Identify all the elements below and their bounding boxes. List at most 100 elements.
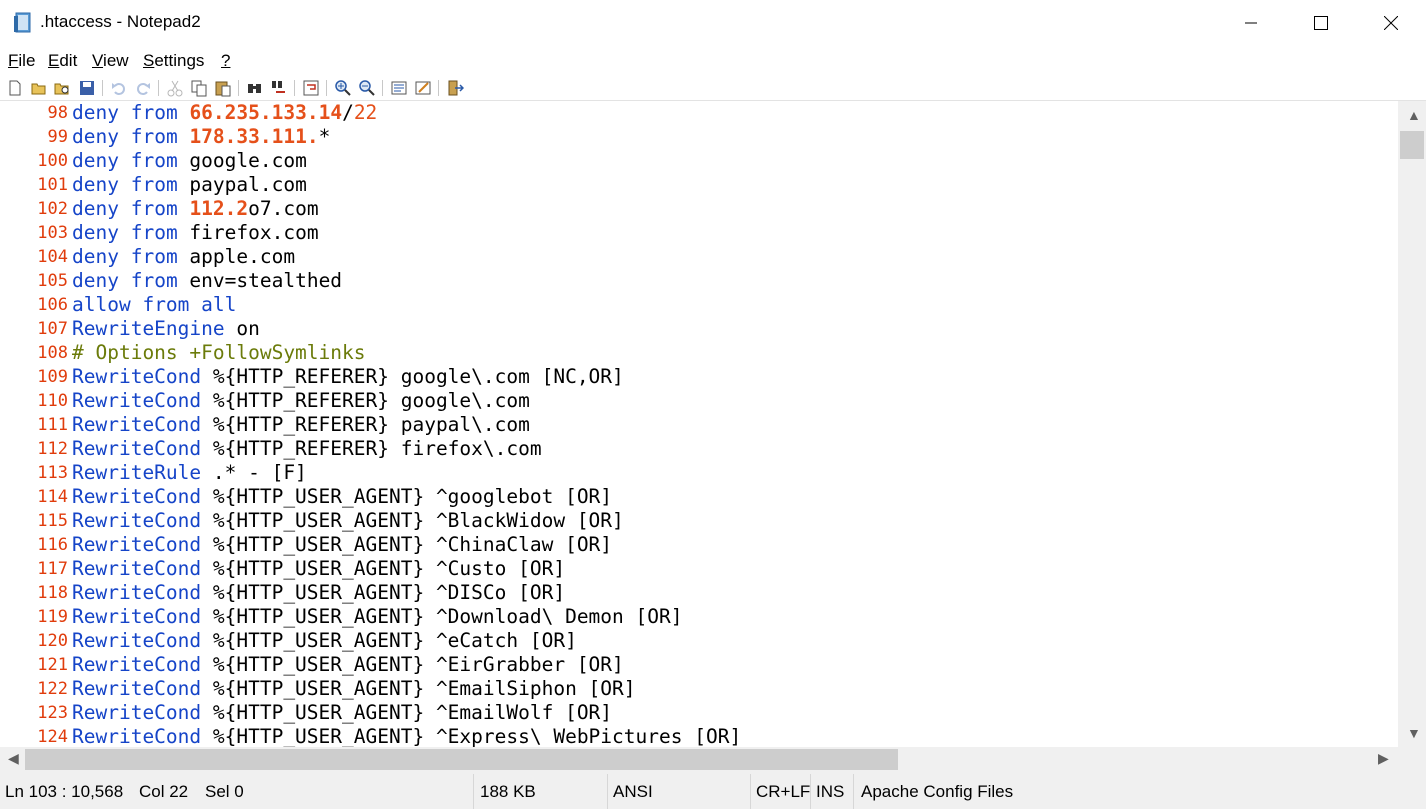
browse-icon[interactable] <box>53 79 71 97</box>
menu-edit[interactable]: Edit <box>48 51 77 71</box>
line-code: allow from all <box>72 293 236 317</box>
scroll-down-icon[interactable]: ▼ <box>1407 725 1421 741</box>
status-separator <box>473 774 474 809</box>
menu-view[interactable]: View <box>92 51 129 71</box>
scroll-up-icon[interactable]: ▲ <box>1407 107 1421 123</box>
line-code: RewriteRule .* - [F] <box>72 461 307 485</box>
customize-scheme-icon[interactable] <box>414 79 432 97</box>
menu-settings-mnemonic: S <box>143 51 155 70</box>
menu-file[interactable]: File <box>8 51 35 71</box>
zoom-out-icon[interactable] <box>358 79 376 97</box>
editor-line[interactable]: 112 RewriteCond %{HTTP_REFERER} firefox\.… <box>0 437 1398 461</box>
editor-line[interactable]: 106 allow from all <box>0 293 1398 317</box>
line-number: 123 <box>37 703 68 723</box>
editor-line[interactable]: 109 RewriteCond %{HTTP_REFERER} google\.c… <box>0 365 1398 389</box>
editor-line[interactable]: 120 RewriteCond %{HTTP_USER_AGENT} ^eCatc… <box>0 629 1398 653</box>
line-code: RewriteCond %{HTTP_USER_AGENT} ^EmailWol… <box>72 701 612 725</box>
editor-line[interactable]: 114 RewriteCond %{HTTP_USER_AGENT} ^googl… <box>0 485 1398 509</box>
editor-line[interactable]: 108 # Options +FollowSymlinks <box>0 341 1398 365</box>
code-token-text: %{HTTP_REFERER} google\.com <box>201 389 530 412</box>
toolbar-separator <box>238 80 239 96</box>
line-code: RewriteCond %{HTTP_USER_AGENT} ^Express\… <box>72 725 741 747</box>
scroll-right-icon[interactable]: ▶ <box>1378 750 1389 767</box>
code-token-keyword: from <box>130 221 178 244</box>
line-code: deny from paypal.com <box>72 173 307 197</box>
line-number: 98 <box>47 103 68 123</box>
editor-line[interactable]: 119 RewriteCond %{HTTP_USER_AGENT} ^Downl… <box>0 605 1398 629</box>
editor-line[interactable]: 99 deny from 178.33.111.* <box>0 125 1398 149</box>
editor-line[interactable]: 100 deny from google.com <box>0 149 1398 173</box>
line-code: deny from env=stealthed <box>72 269 342 293</box>
toolbar <box>0 76 1426 100</box>
vertical-scroll-thumb[interactable] <box>1400 131 1424 159</box>
editor-line[interactable]: 124 RewriteCond %{HTTP_USER_AGENT} ^Expre… <box>0 725 1398 747</box>
editor-line[interactable]: 116 RewriteCond %{HTTP_USER_AGENT} ^China… <box>0 533 1398 557</box>
status-encoding[interactable]: ANSI <box>613 782 653 802</box>
line-number: 120 <box>37 631 68 651</box>
editor-line[interactable]: 103 deny from firefox.com <box>0 221 1398 245</box>
editor-line[interactable]: 111 RewriteCond %{HTTP_REFERER} paypal\.c… <box>0 413 1398 437</box>
editor-line[interactable]: 104 deny from apple.com <box>0 245 1398 269</box>
open-icon[interactable] <box>30 79 48 97</box>
word-wrap-icon[interactable] <box>302 79 320 97</box>
new-icon[interactable] <box>6 79 24 97</box>
editor-line[interactable]: 123 RewriteCond %{HTTP_USER_AGENT} ^Email… <box>0 701 1398 725</box>
zoom-in-icon[interactable] <box>334 79 352 97</box>
editor-line[interactable]: 107 RewriteEngine on <box>0 317 1398 341</box>
status-separator <box>750 774 751 809</box>
save-icon[interactable] <box>78 79 96 97</box>
editor-line[interactable]: 102 deny from 112.2o7.com <box>0 197 1398 221</box>
paste-icon[interactable] <box>214 79 232 97</box>
line-code: deny from firefox.com <box>72 221 319 245</box>
line-number: 119 <box>37 607 68 627</box>
editor-line[interactable]: 121 RewriteCond %{HTTP_USER_AGENT} ^EirGr… <box>0 653 1398 677</box>
line-number: 99 <box>47 127 68 147</box>
code-token-comment: # Options +FollowSymlinks <box>72 341 366 364</box>
horizontal-scroll-thumb[interactable] <box>25 749 898 770</box>
editor-line[interactable]: 110 RewriteCond %{HTTP_REFERER} google\.c… <box>0 389 1398 413</box>
scroll-left-icon[interactable]: ◀ <box>8 750 19 767</box>
editor-line[interactable]: 113 RewriteRule .* - [F] <box>0 461 1398 485</box>
replace-icon[interactable] <box>270 79 288 97</box>
close-button[interactable] <box>1356 0 1426 46</box>
undo-icon[interactable] <box>110 79 128 97</box>
maximize-button[interactable] <box>1286 0 1356 46</box>
line-number: 108 <box>37 343 68 363</box>
text-editor[interactable]: 98 deny from 66.235.133.14/22 99 deny from … <box>0 101 1398 747</box>
code-token-keyword: deny <box>72 221 119 244</box>
notepad2-app-icon[interactable] <box>13 12 33 34</box>
code-token-text: firefox.com <box>177 221 319 244</box>
code-token-text: * <box>318 125 331 148</box>
copy-icon[interactable] <box>190 79 208 97</box>
editor-line[interactable]: 115 RewriteCond %{HTTP_USER_AGENT} ^Black… <box>0 509 1398 533</box>
line-number: 110 <box>37 391 68 411</box>
status-insert-mode[interactable]: INS <box>816 782 844 802</box>
editor-line[interactable]: 117 RewriteCond %{HTTP_USER_AGENT} ^Custo… <box>0 557 1398 581</box>
line-number: 106 <box>37 295 68 315</box>
menu-settings[interactable]: Settings <box>143 51 204 71</box>
status-line-endings[interactable]: CR+LF <box>756 782 810 802</box>
editor-line[interactable]: 98 deny from 66.235.133.14/22 <box>0 101 1398 125</box>
horizontal-scrollbar[interactable]: ◀ ▶ <box>0 747 1398 772</box>
code-token-keyword: from <box>130 125 178 148</box>
find-icon[interactable] <box>246 79 264 97</box>
minimize-button[interactable] <box>1216 0 1286 46</box>
menu-help[interactable]: ? <box>221 51 230 71</box>
scheme-icon[interactable] <box>390 79 408 97</box>
code-token-text: %{HTTP_USER_AGENT} ^Custo [OR] <box>201 557 566 580</box>
line-number: 117 <box>37 559 68 579</box>
vertical-scrollbar[interactable]: ▲ ▼ <box>1398 101 1426 747</box>
code-token-keyword: RewriteCond <box>72 629 202 652</box>
editor-line[interactable]: 118 RewriteCond %{HTTP_USER_AGENT} ^DISCo… <box>0 581 1398 605</box>
redo-icon[interactable] <box>134 79 152 97</box>
editor-line[interactable]: 101 deny from paypal.com <box>0 173 1398 197</box>
cut-icon[interactable] <box>166 79 184 97</box>
code-token-keyword: RewriteCond <box>72 485 202 508</box>
exit-icon[interactable] <box>446 79 464 97</box>
code-token-text: %{HTTP_REFERER} firefox\.com <box>201 437 542 460</box>
status-scheme[interactable]: Apache Config Files <box>861 782 1013 802</box>
editor-line[interactable]: 105 deny from env=stealthed <box>0 269 1398 293</box>
line-code: RewriteEngine on <box>72 317 260 341</box>
editor-line[interactable]: 122 RewriteCond %{HTTP_USER_AGENT} ^Email… <box>0 677 1398 701</box>
